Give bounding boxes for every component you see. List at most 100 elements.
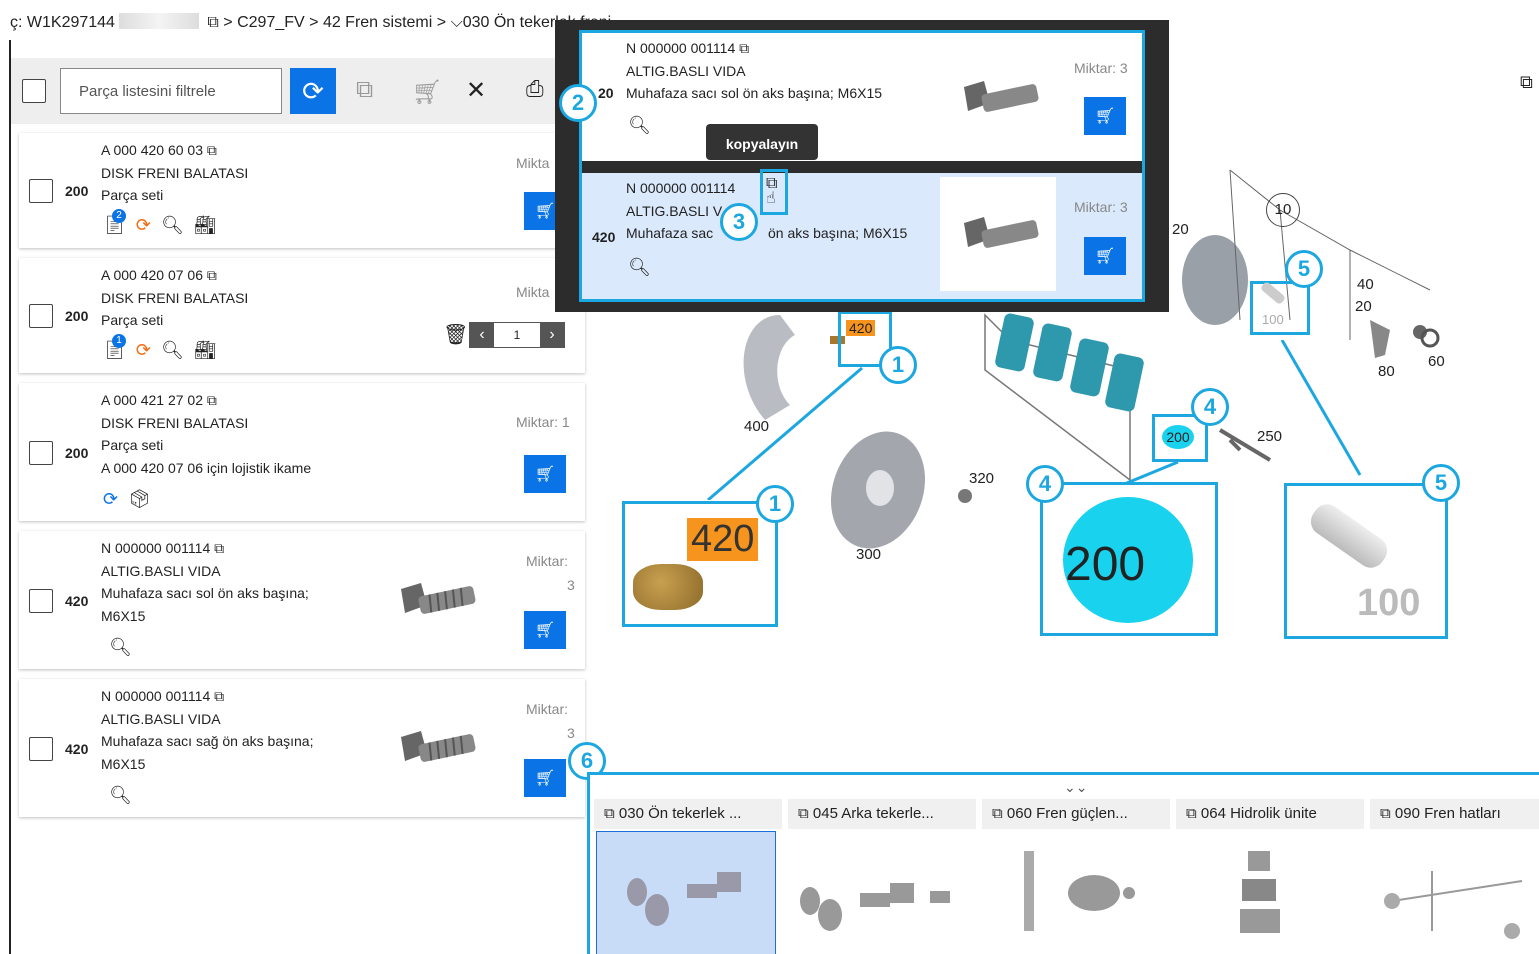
filter-input[interactable]: Parça listesini filtrele [60, 68, 282, 114]
copy-icon: ⧉ [206, 392, 217, 408]
copy-tooltip: kopyalayın [706, 124, 818, 160]
stepper-value[interactable]: 1 [494, 323, 540, 347]
zoom-icon[interactable]: 🔍︎ [628, 115, 651, 136]
diagram-tool-icon[interactable]: ⧉ [1520, 72, 1533, 93]
part-qty: 200 [65, 445, 89, 461]
part-checkbox[interactable] [29, 179, 53, 203]
part-miktar-value: 3 [567, 725, 575, 741]
factory-icon[interactable]: 🏭︎ [194, 340, 217, 361]
pdf-icon[interactable]: ⎙ [526, 76, 544, 102]
factory-icon[interactable]: 🏭︎ [194, 215, 217, 236]
popup-part-name: ALTIG.BASLI V [626, 203, 723, 219]
cart-icon[interactable]: 🛒︎ [412, 78, 442, 107]
callout-4b: 4 [1026, 465, 1064, 503]
zoom-icon[interactable]: 🔍︎ [109, 785, 132, 806]
popup-part-desc-rest: ön aks başına; M6X15 [768, 225, 908, 241]
copy-icon[interactable]: ⧉ [207, 14, 218, 31]
diagram-label-20[interactable]: 20 [1355, 298, 1372, 315]
add-to-cart-button[interactable]: 🛒︎ [1084, 237, 1126, 275]
diagram-label-40[interactable]: 40 [1357, 276, 1374, 293]
screw-image [964, 81, 1039, 112]
thumbnail-060[interactable] [984, 831, 1164, 954]
part-qty: 200 [65, 183, 89, 199]
popup-highlight: N 000000 001114 ⧉ ALTIG.BASLI VIDA 20 Mu… [579, 30, 1145, 302]
breadcrumb: ç: W1K297144 ⧉ > C297_FV > 42 Fren siste… [10, 13, 612, 31]
part-desc: Parça seti [101, 437, 164, 453]
part-checkbox[interactable] [29, 441, 53, 465]
package-icon[interactable]: 📦︎ [128, 489, 151, 510]
tab-090[interactable]: ⧉ 090 Fren hatları [1370, 799, 1539, 829]
copy-selection-icon[interactable]: ⧉ [356, 76, 373, 104]
tab-045[interactable]: ⧉ 045 Arka tekerle... [788, 799, 978, 829]
refresh-button[interactable]: ⟳ [290, 68, 336, 114]
quantity-stepper[interactable]: ‹ 1 › [469, 322, 565, 348]
breadcrumb-item-model[interactable]: C297_FV [237, 14, 305, 31]
part-checkbox[interactable] [29, 737, 53, 761]
thumbnail-090[interactable] [1372, 831, 1539, 954]
part-actions: ⟳ 📦︎ [103, 489, 151, 510]
part-qty: 420 [65, 741, 89, 757]
copy-icon: ⧉ [206, 267, 217, 283]
thumbnail-064[interactable] [1178, 831, 1358, 954]
replace-icon[interactable]: ⟳ [136, 215, 151, 236]
document-icon: ⧉ [1186, 805, 1197, 822]
breadcrumb-item-group[interactable]: 42 Fren sistemi [323, 14, 432, 31]
part-miktar: Miktar: [526, 553, 568, 569]
diagram-label-420[interactable]: 420 [846, 320, 876, 336]
tab-030[interactable]: ⧉ 030 Ön tekerlek ... [594, 799, 784, 829]
part-miktar: Miktar: [526, 701, 568, 717]
diagram-label-10[interactable]: 10 [1266, 193, 1300, 227]
cart-icon: 🛒︎ [534, 770, 556, 787]
zoom-icon[interactable]: 🔍︎ [161, 340, 184, 361]
popup-row-2: N 000000 001114 ⧉ ALTIG.BASLI V 420 Muha… [582, 169, 1142, 299]
document-icon: ⧉ [604, 805, 615, 822]
part-name: ALTIG.BASLI VIDA [101, 711, 221, 727]
part-card-4: 420 N 000000 001114 ⧉ ALTIG.BASLI VIDA M… [19, 531, 585, 669]
select-all-checkbox[interactable] [22, 79, 46, 103]
tab-060[interactable]: ⧉ 060 Fren güçlen... [982, 799, 1172, 829]
popup-part-name: ALTIG.BASLI VIDA [626, 63, 746, 79]
popup-part-desc: Muhafaza sac [626, 225, 714, 241]
copy-icon: ⧉ [206, 142, 217, 158]
callout-1: 1 [879, 346, 917, 384]
part-miktar-value: 3 [567, 577, 575, 593]
tab-064[interactable]: ⧉ 064 Hidrolik ünite [1176, 799, 1366, 829]
part-desc-2: M6X15 [101, 608, 146, 624]
diagram-label-60[interactable]: 60 [1428, 353, 1445, 370]
popup-row-1: N 000000 001114 ⧉ ALTIG.BASLI VIDA 20 Mu… [582, 33, 1142, 161]
screw-image [964, 217, 1039, 248]
callout-connectors [707, 340, 1362, 500]
cart-icon: 🛒︎ [534, 203, 556, 220]
diagram-label-100[interactable]: 100 [1262, 312, 1284, 327]
chevron-down-icon[interactable]: ⌄⌄ [1064, 779, 1087, 796]
document-icon: ⧉ [798, 805, 809, 822]
document-icon[interactable]: 📄︎ 2 [103, 209, 126, 236]
add-to-cart-button[interactable]: 🛒︎ [524, 455, 566, 493]
add-to-cart-button[interactable]: 🛒︎ [524, 611, 566, 649]
stepper-increase[interactable]: › [540, 323, 564, 347]
chevron-down-icon[interactable]: ⌵ [451, 14, 463, 31]
thumbnail-030[interactable] [596, 831, 776, 954]
trash-icon[interactable]: 🗑︎ [443, 322, 468, 347]
popup-part-number: N 000000 001114 [626, 180, 736, 196]
zoom-icon[interactable]: 🔍︎ [109, 637, 132, 658]
add-to-cart-button[interactable]: 🛒︎ [1084, 97, 1126, 135]
part-miktar: Mikta [516, 155, 550, 171]
thumbnail-045[interactable] [790, 831, 970, 954]
part-actions: 📄︎ 2 ⟳ 🔍︎ 🏭︎ [103, 209, 217, 236]
document-icon[interactable]: 📄︎ 1 [103, 334, 126, 361]
part-checkbox[interactable] [29, 589, 53, 613]
zoom-icon[interactable]: 🔍︎ [161, 215, 184, 236]
replace-icon[interactable]: ⟳ [103, 489, 118, 510]
copy-icon[interactable]: ⧉ [739, 40, 749, 56]
diagram-label-300[interactable]: 300 [856, 546, 881, 563]
diagram-label-20b[interactable]: 20 [1172, 221, 1189, 238]
part-checkbox[interactable] [29, 304, 53, 328]
replace-icon[interactable]: ⟳ [136, 340, 151, 361]
stepper-decrease[interactable]: ‹ [470, 323, 494, 347]
screw-image [401, 731, 476, 762]
part-popup: N 000000 001114 ⧉ ALTIG.BASLI VIDA 20 Mu… [555, 20, 1169, 312]
zoom-icon[interactable]: 🔍︎ [628, 257, 651, 278]
add-to-cart-button[interactable]: 🛒︎ [524, 759, 566, 797]
unpin-icon[interactable]: ✕ [466, 76, 486, 105]
